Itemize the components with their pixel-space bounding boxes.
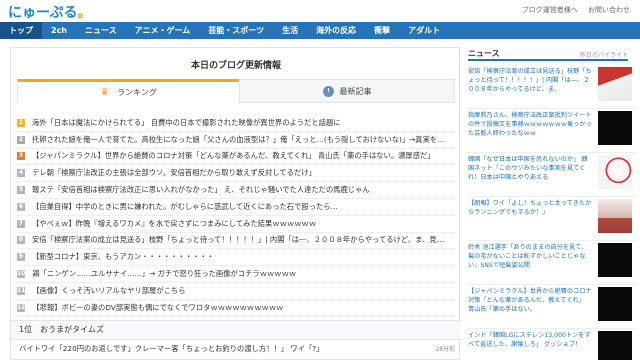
news-link[interactable]: 鈴木 池江選手「ありのままの自分を見て、髪の毛がないことは恥ずかしいことじゃない… [468, 243, 592, 270]
rank-title[interactable]: 報ステ「安倍首相は検察庁法改正に思い入れがなかった」 え、それじゃ騒いでた人達た… [32, 185, 370, 195]
sidebar-subtitle: 昨日のバイライト [579, 52, 628, 59]
rank-number: 10 [17, 270, 26, 279]
rank-number: 4 [17, 169, 25, 178]
rank-number: 11 [17, 286, 26, 295]
news-link[interactable]: 指摩莉乃さん、検察庁法改正案批判ツイートの件で投稿文を事務ｗｗｗｗｗｗｗ乗っかっ… [468, 111, 592, 138]
rank-title[interactable]: 【やべぇｗ】昨晩『増えるワカメ』を水で戻さずにつまみにしてみた結果ｗｗｗｗｗｗ [32, 219, 316, 229]
blog-update-panel: 本日のブログ更新情報 ♛ ランキング 最新記事 1 海外「日本は魔法にかけられてる… [10, 47, 461, 360]
list-item[interactable]: 12 【悲報】ボビーの妻のDV部実態も偶にでなくでワロタｗｗｗｗｗｗｗｗｗｗ [17, 300, 455, 317]
list-item[interactable]: 6 【自業自得】中学のときに男に嫌われた。がむしゃらに惑武して近くにあった石で殴っ… [17, 199, 455, 216]
news-thumbnail[interactable] [598, 155, 632, 189]
news-link[interactable]: 韓国「なぜ日本は中国を恐れないのか」 韓国ネット「このウソみたいな事実を見てくれ… [468, 155, 592, 182]
blog-entry-title[interactable]: バイトワイ「220円のお返しです」クレーマー客「ちょっとお釣りの渡し方！！」 ワ… [19, 344, 323, 354]
rank-title[interactable]: 鶏「ニンゲン……ユルサナイ……」→ ガチで怒り狂った画像がコチラｗｗｗｗｗ [32, 269, 296, 279]
tab-ranking-label: ランキング [117, 87, 157, 97]
header-links: ブログ運営者様へ お問い合わせ [514, 5, 630, 15]
rank-title[interactable]: 【悲報】ボビーの妻のDV部実態も偶にでなくでワロタｗｗｗｗｗｗｗｗｗｗ [32, 303, 283, 313]
nav-item-shock[interactable]: 衝撃 [365, 22, 399, 39]
rank-number: 5 [17, 186, 25, 195]
nav-item-adult[interactable]: アダルト [399, 22, 449, 39]
site-logo[interactable]: にゅーぷる。 [8, 2, 91, 22]
tab-latest-label: 最新記事 [339, 86, 372, 96]
ranking-list: 1 海外「日本は魔法にかけられてる」 自費中の日本で撮影された映像が異世界のようだ… [17, 115, 455, 317]
site-header: にゅーぷる。 ブログ運営者様へ お問い合わせ [0, 0, 640, 22]
list-item[interactable]: 11 【画像】くっそ汚いリアルなヤリ部屋がこちら [17, 283, 455, 300]
sidebar-title: ニュース [468, 49, 500, 58]
rank-title[interactable]: 安倍「検察庁法案の成立は見送る」枝野「ちょっと待って！！！！！」| 内閣「は―、… [32, 235, 444, 245]
news-thumbnail[interactable] [598, 199, 632, 233]
list-item[interactable]: 【ジャパンミラクル】世界から絶賛のコロナ対策「どんな薬があるんだ、教えてくれ」 … [468, 287, 636, 329]
list-item[interactable]: 5 報ステ「安倍首相は検察庁法改正に思い入れがなかった」 え、それじゃ騒いでた人達… [17, 182, 455, 199]
list-item[interactable]: 2 托卵された娘を俺一人で育てた。高校生になった娘「父さんの血液型は？」俺「えっと… [17, 132, 455, 149]
rank-number: 3 [17, 152, 25, 161]
list-item[interactable]: 鈴木 池江選手「ありのままの自分を見て、髪の毛がないことは恥ずかしいことじゃない… [468, 243, 636, 285]
nav-item-life[interactable]: 生活 [273, 22, 307, 39]
list-item[interactable]: 7 【やべぇｗ】昨晩『増えるワカメ』を水で戻さずにつまみにしてみた結果ｗｗｗｗｗｗ [17, 216, 455, 233]
rank-number: 12 [17, 303, 26, 312]
rank-title[interactable]: 【自業自得】中学のときに男に嫌われた。がむしゃらに惑武して近くにあった石で殴った… [32, 202, 338, 212]
list-item[interactable]: 指摩莉乃さん、検察庁法改正案批判ツイートの件で投稿文を事務ｗｗｗｗｗｗｗ乗っかっ… [468, 111, 636, 153]
rank-number: 8 [17, 236, 25, 245]
news-thumbnail[interactable] [598, 67, 632, 101]
rank-title[interactable]: 海外「日本は魔法にかけられてる」 自費中の日本で撮影された映像が異世界のようだと… [32, 118, 341, 128]
list-item[interactable]: 韓国「なぜ日本は中国を恐れないのか」 韓国ネット「このウソみたいな事実を見てくれ… [468, 155, 636, 197]
logo-text: にゅーぷる [8, 5, 78, 21]
news-thumbnail[interactable] [598, 287, 632, 321]
entry-timestamp: 28分前 [435, 346, 455, 353]
nav-item-anime-game[interactable]: アニメ・ゲーム [126, 22, 200, 39]
list-item[interactable]: 3 【ジャパンミラクル】世界から絶賛のコロナ対策「どんな薬があるんだ、教えてくれ」… [17, 149, 455, 166]
blog-entry[interactable]: バイトワイ「220円のお返しです」クレーマー客「ちょっとお釣りの渡し方！！」 ワ… [19, 344, 455, 354]
sidebar-news-list: 安倍「検察庁法案の成立は見送る」枝野「ちょっと待って！！！！！」| 内閣「は―、… [468, 67, 636, 360]
list-item[interactable]: 【朗報】ワイ「よし！ちょっと太ってきたからランニングでもするか！」 [468, 199, 636, 241]
news-thumbnail[interactable] [598, 243, 632, 277]
news-link[interactable]: 【朗報】ワイ「よし！ちょっと太ってきたからランニングでもするか！」 [468, 199, 592, 217]
news-link[interactable]: インド「韓国LGにステレン13,000トンをすべて返送した、謝懐しろ」 グッショ… [468, 331, 592, 349]
list-item[interactable]: 10 鶏「ニンゲン……ユルサナイ……」→ ガチで怒り狂った画像がコチラｗｗｗｗｗ [17, 266, 455, 283]
rank-number: 9 [17, 253, 25, 262]
rank-number: 7 [17, 219, 25, 228]
list-item[interactable]: インド「韓国LGにステレン13,000トンをすべて返送した、謝懐しろ」 グッショ… [468, 331, 636, 360]
nav-item-overseas[interactable]: 海外の反応 [307, 22, 365, 39]
rank-number: 2 [17, 135, 25, 144]
admin-link[interactable]: ブログ運営者様へ [522, 6, 578, 14]
nav-item-top[interactable]: トップ [0, 22, 42, 39]
rank-title[interactable]: 【ジャパンミラクル】世界から絶賛のコロナ対策「どんな薬があるんだ、教えてくれ」 … [32, 151, 435, 161]
rank-title[interactable]: 【新型コロナ】東京、もうアカン・・・・・・・・・・ [32, 252, 214, 262]
contact-link[interactable]: お問い合わせ [588, 6, 630, 14]
panel-title: 本日のブログ更新情報 [190, 61, 281, 71]
nav-item-news[interactable]: ニュース [76, 22, 126, 39]
logo-accent: 。 [77, 5, 92, 21]
news-sidebar: ニュース 昨日のバイライト 安倍「検察庁法案の成立は見送る」枝野「ちょっと待って… [468, 47, 636, 360]
list-item[interactable]: 安倍「検察庁法案の成立は見送る」枝野「ちょっと待って！！！！！」| 内閣「は―、… [468, 67, 636, 109]
rank-title[interactable]: 【画像】くっそ汚いリアルなヤリ部屋がこちら [32, 286, 185, 296]
crown-icon: ♛ [100, 86, 110, 98]
news-link[interactable]: 【ジャパンミラクル】世界から絶賛のコロナ対策「どんな薬があるんだ、教えてくれ」 … [468, 287, 592, 314]
news-thumbnail[interactable] [598, 111, 632, 145]
rank-title[interactable]: 托卵された娘を俺一人で育てた。高校生になった娘「父さんの血液型は？」俺「えっと…… [32, 135, 444, 145]
list-item[interactable]: 9 【新型コロナ】東京、もうアカン・・・・・・・・・・ [17, 249, 455, 267]
rank-number: 1 [17, 118, 25, 127]
nav-item-entertainment-sports[interactable]: 芸能・スポーツ [199, 22, 273, 39]
tab-ranking[interactable]: ♛ ランキング [17, 79, 240, 103]
news-thumbnail[interactable] [598, 331, 632, 360]
sidebar-header: ニュース 昨日のバイライト [468, 47, 628, 61]
blog-section-header[interactable]: 1位 おうまがタイムズ [11, 320, 461, 340]
clock-icon [322, 85, 334, 97]
list-item[interactable]: 1 海外「日本は魔法にかけられてる」 自費中の日本で撮影された映像が異世界のようだ… [17, 115, 455, 132]
main-nav: トップ 2ch ニュース アニメ・ゲーム 芸能・スポーツ 生活 海外の反応 衝撃… [0, 22, 640, 39]
list-item[interactable]: 4 テレ朝「検察庁法改正の主張は全部ウソ。安倍首相だから取り敢えず反対してるだけ」 [17, 165, 455, 183]
news-link[interactable]: 安倍「検察庁法案の成立は見送る」枝野「ちょっと待って！！！！！」| 内閣「は―、… [468, 67, 592, 94]
rank-title[interactable]: テレ朝「検察庁法改正の主張は全部ウソ。安倍首相だから取り敢えず反対してるだけ」 [32, 168, 316, 178]
tab-latest[interactable]: 最新記事 [239, 79, 455, 103]
nav-item-2ch[interactable]: 2ch [42, 22, 76, 39]
rank-number: 6 [17, 202, 25, 211]
list-item[interactable]: 8 安倍「検察庁法案の成立は見送る」枝野「ちょっと待って！！！！！」| 内閣「は―… [17, 233, 455, 250]
